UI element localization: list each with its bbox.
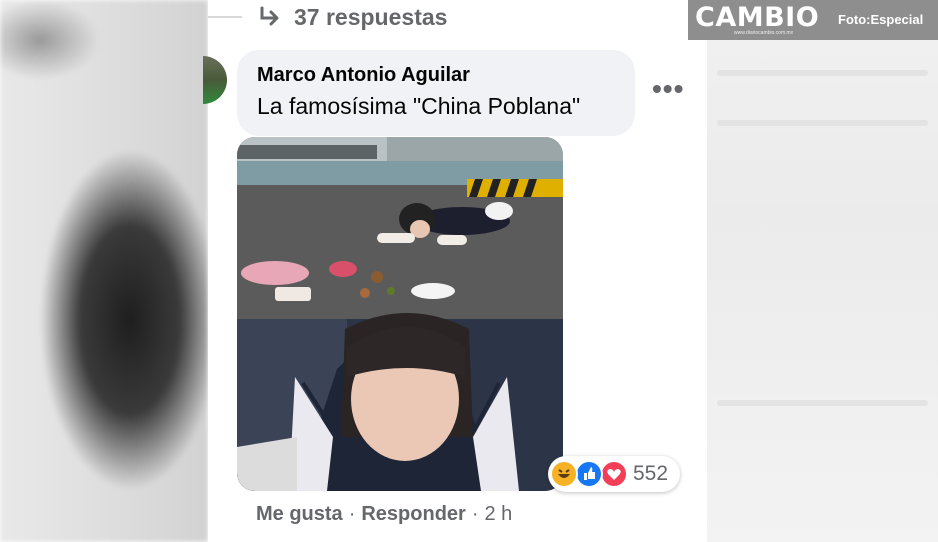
like-button[interactable]: Me gusta — [256, 503, 343, 526]
comment-timestamp[interactable]: 2 h — [485, 503, 513, 526]
love-icon — [600, 460, 628, 488]
haha-icon — [550, 460, 578, 488]
photo-credit: Foto:Especial — [838, 12, 924, 27]
comment-text: La famosísima "China Poblana" — [257, 93, 581, 119]
replies-count-label: 37 respuestas — [294, 3, 448, 30]
action-separator: · — [348, 502, 356, 525]
reply-arrow-icon — [258, 6, 282, 28]
view-replies-link[interactable]: 37 respuestas — [258, 2, 447, 32]
reply-button[interactable]: Responder — [361, 503, 465, 526]
like-icon — [575, 460, 603, 488]
comment-actions: Me gusta · Responder · 2 h — [256, 500, 512, 528]
comment-image[interactable] — [237, 137, 563, 491]
more-options-icon[interactable]: ••• — [652, 75, 683, 104]
brand-url: www.diariocambio.com.mx — [734, 30, 794, 36]
reaction-count: 552 — [633, 462, 669, 485]
brand-logo: CAMBIO — [695, 2, 820, 33]
thread-line — [208, 16, 242, 18]
blurred-background-right — [707, 0, 938, 542]
action-separator: · — [471, 502, 479, 525]
comment-author[interactable]: Marco Antonio Aguilar — [257, 64, 470, 87]
blurred-background-left — [0, 0, 208, 542]
reactions-summary[interactable]: 552 — [548, 456, 680, 492]
